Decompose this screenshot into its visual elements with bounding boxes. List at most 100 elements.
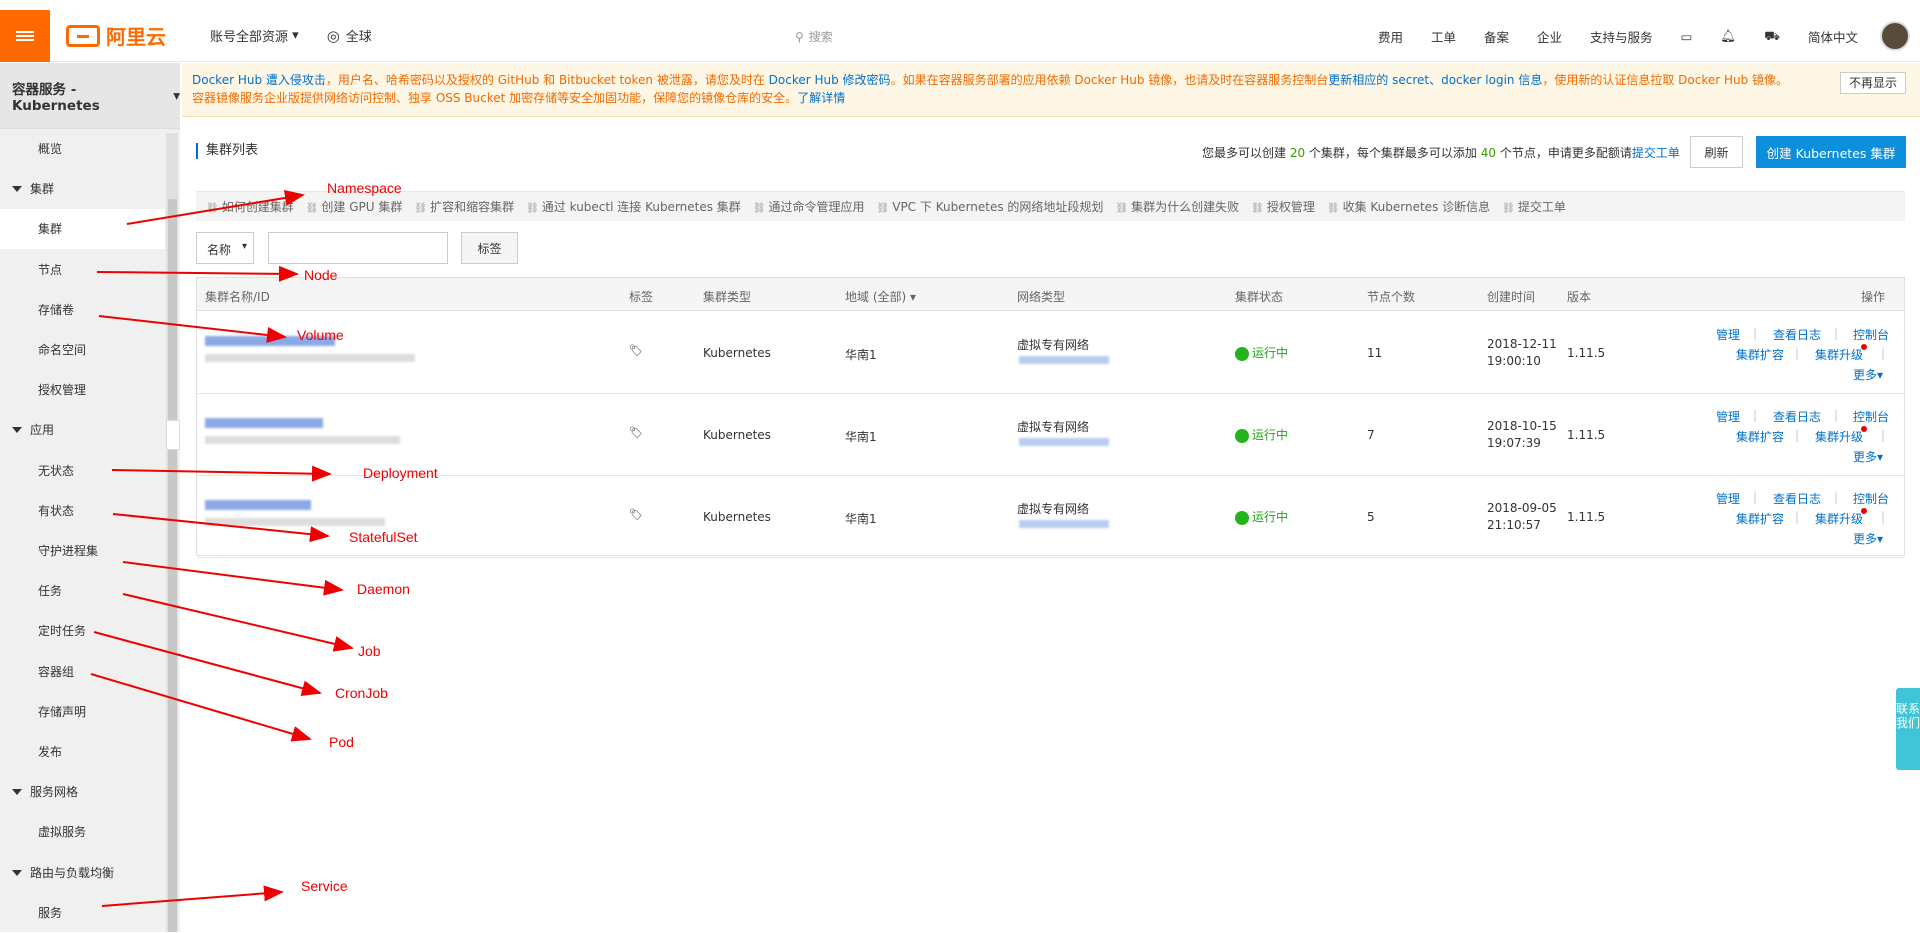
sidebar-group-7[interactable]: 应用: [0, 410, 165, 450]
col-region-filter[interactable]: 地域 (全部) ▾: [845, 288, 916, 305]
cluster-name-link[interactable]: [205, 418, 323, 428]
notice-learn-more-link[interactable]: 了解详情: [797, 91, 845, 105]
menu-toggle-button[interactable]: [0, 9, 50, 62]
more-menu[interactable]: 更多▾: [1853, 448, 1883, 465]
nav-fees-link[interactable]: 费用: [1378, 27, 1403, 46]
upgrade-cluster-link[interactable]: 集群升级: [1815, 510, 1863, 527]
cluster-table: 集群名称/ID 标签 集群类型 地域 (全部) ▾ 网络类型 集群状态 节点个数…: [196, 277, 1905, 558]
sidebar-item-17[interactable]: 虚拟服务: [0, 812, 165, 852]
filter-field-select[interactable]: 名称: [196, 232, 254, 264]
sidebar-item-0[interactable]: 概览: [0, 129, 165, 169]
sidebar-item-8[interactable]: 无状态: [0, 451, 165, 491]
view-logs-link[interactable]: 查看日志: [1773, 408, 1821, 425]
tag-icon[interactable]: 🏷︎: [629, 426, 643, 439]
help-link-2[interactable]: 扩容和缩容集群: [414, 198, 514, 215]
console-link[interactable]: 控制台: [1853, 326, 1889, 343]
col-created: 创建时间: [1487, 290, 1536, 304]
console-link[interactable]: 控制台: [1853, 490, 1889, 507]
notice-dismiss-button[interactable]: 不再显示: [1839, 72, 1906, 94]
bell-icon[interactable]: 🔔︎: [1720, 28, 1736, 44]
avatar[interactable]: [1880, 21, 1910, 51]
sidebar-collapse-button[interactable]: [166, 420, 180, 450]
upgrade-cluster-link[interactable]: 集群升级: [1815, 428, 1863, 445]
sidebar-item-15[interactable]: 发布: [0, 732, 165, 772]
sidebar-group-18[interactable]: 路由与负载均衡: [0, 853, 165, 893]
status-badge: 运行中: [1235, 508, 1288, 525]
sidebar-item-label: 集群: [38, 222, 63, 237]
help-link-5[interactable]: VPC 下 Kubernetes 的网络地址段规划: [877, 198, 1103, 215]
sidebar-item-2[interactable]: 集群: [0, 209, 165, 250]
vpc-id-link[interactable]: [1019, 356, 1109, 364]
sidebar-item-5[interactable]: 命名空间: [0, 330, 165, 370]
sidebar-item-label: 服务: [38, 905, 63, 920]
help-link-8[interactable]: 收集 Kubernetes 诊断信息: [1327, 198, 1491, 215]
more-menu[interactable]: 更多▾: [1853, 366, 1883, 383]
product-switcher[interactable]: 容器服务 - Kubernetes ▾: [0, 63, 180, 129]
sidebar-item-10[interactable]: 守护进程集: [0, 531, 165, 571]
create-cluster-button[interactable]: 创建 Kubernetes 集群: [1756, 136, 1906, 168]
sidebar-item-13[interactable]: 容器组: [0, 652, 165, 692]
annotation-daemon: Daemon: [357, 581, 410, 597]
sidebar-item-14[interactable]: 存储声明: [0, 692, 165, 732]
sidebar-scrollbar[interactable]: [166, 133, 178, 932]
manage-link[interactable]: 管理: [1716, 490, 1740, 507]
cluster-name-link[interactable]: [205, 500, 311, 510]
manage-link[interactable]: 管理: [1716, 326, 1740, 343]
help-link-3[interactable]: 通过 kubectl 连接 Kubernetes 集群: [526, 198, 741, 215]
scale-cluster-link[interactable]: 集群扩容: [1736, 510, 1784, 527]
sidebar-item-12[interactable]: 定时任务: [0, 611, 165, 651]
tag-icon[interactable]: 🏷︎: [629, 508, 643, 521]
nav-support-link[interactable]: 支持与服务: [1590, 27, 1653, 46]
more-menu[interactable]: 更多▾: [1853, 530, 1883, 547]
notice-update-secret-link[interactable]: 更新相应的 secret、docker login 信息: [1328, 73, 1542, 87]
cart-icon[interactable]: ⛟: [1764, 28, 1780, 45]
filter-input[interactable]: [268, 232, 448, 264]
region-selector[interactable]: ◎ 全球: [327, 26, 372, 46]
language-selector[interactable]: 简体中文: [1808, 27, 1858, 46]
scale-cluster-link[interactable]: 集群扩容: [1736, 428, 1784, 445]
nav-enterprise-link[interactable]: 企业: [1537, 27, 1562, 46]
sidebar-item-11[interactable]: 任务: [0, 571, 165, 611]
refresh-button[interactable]: 刷新: [1690, 136, 1743, 168]
sidebar-item-6[interactable]: 授权管理: [0, 370, 165, 410]
help-link-9[interactable]: 提交工单: [1502, 198, 1566, 215]
manage-link[interactable]: 管理: [1716, 408, 1740, 425]
sidebar-item-4[interactable]: 存储卷: [0, 290, 165, 330]
scale-cluster-link[interactable]: 集群扩容: [1736, 346, 1784, 363]
node-count: 7: [1367, 428, 1375, 442]
console-link[interactable]: 控制台: [1853, 408, 1889, 425]
nav-ticket-link[interactable]: 工单: [1431, 27, 1456, 46]
filter-tag-button[interactable]: 标签: [461, 232, 518, 264]
vpc-id-link[interactable]: [1019, 520, 1109, 528]
vpc-id-link[interactable]: [1019, 438, 1109, 446]
tag-icon[interactable]: 🏷︎: [629, 344, 643, 357]
view-logs-link[interactable]: 查看日志: [1773, 490, 1821, 507]
account-resources-menu[interactable]: 账号全部资源 ▾: [210, 26, 299, 45]
help-link-7[interactable]: 授权管理: [1251, 198, 1315, 215]
created-date: 2018-09-05: [1487, 501, 1557, 515]
notice-change-password-link[interactable]: Docker Hub 修改密码: [769, 73, 891, 87]
nav-icp-link[interactable]: 备案: [1484, 27, 1509, 46]
sidebar-item-19[interactable]: 服务: [0, 893, 165, 933]
aliyun-logo[interactable]: 阿里云: [66, 21, 166, 50]
aliyun-logo-icon: [66, 24, 100, 47]
upgrade-cluster-link[interactable]: 集群升级: [1815, 346, 1863, 363]
contact-us-button[interactable]: 联系我们: [1896, 688, 1920, 770]
sidebar-item-label: 守护进程集: [38, 544, 99, 558]
notice-attack-link[interactable]: 遭入侵攻击: [266, 73, 326, 87]
help-link-1[interactable]: 创建 GPU 集群: [306, 198, 402, 215]
view-logs-link[interactable]: 查看日志: [1773, 326, 1821, 343]
sidebar-item-3[interactable]: 节点: [0, 250, 165, 290]
col-type: 集群类型: [703, 290, 752, 304]
submit-ticket-link[interactable]: 提交工单: [1632, 146, 1680, 160]
cluster-id: [205, 518, 385, 526]
help-link-0[interactable]: 如何创建集群: [206, 198, 294, 215]
sidebar-item-9[interactable]: 有状态: [0, 491, 165, 531]
sidebar-group-1[interactable]: 集群: [0, 169, 165, 209]
sidebar-group-16[interactable]: 服务网格: [0, 772, 165, 812]
help-link-6[interactable]: 集群为什么创建失败: [1115, 198, 1239, 215]
node-count: 5: [1367, 510, 1375, 524]
top-search-input[interactable]: ⚲ 搜索: [795, 28, 833, 45]
terminal-icon[interactable]: ▭: [1681, 29, 1693, 44]
help-link-4[interactable]: 通过命令管理应用: [753, 198, 865, 215]
